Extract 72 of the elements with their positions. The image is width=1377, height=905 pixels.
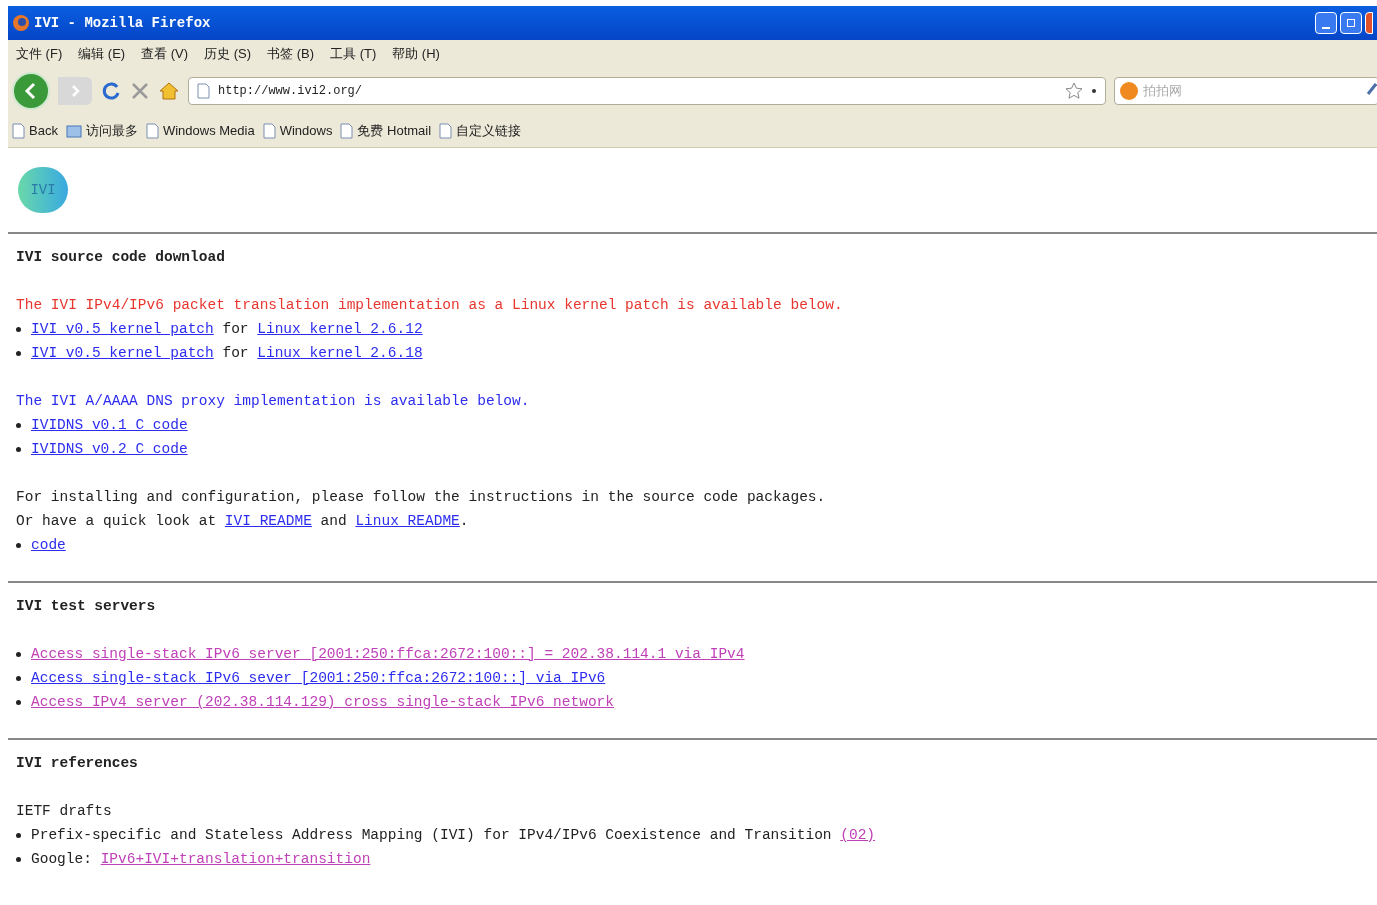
visited-link[interactable]: Access single-stack IPv6 server [2001:250:ffca:2672:100::] = 202.38.114.1 via IPv4 bbox=[31, 642, 745, 666]
home-icon[interactable] bbox=[158, 80, 180, 102]
address-field[interactable]: http://www.ivi2.org/ bbox=[188, 77, 1106, 105]
section-heading: IVI test servers bbox=[16, 597, 157, 616]
bullet-icon bbox=[16, 675, 21, 681]
link[interactable]: IVI v0.5 kernel patch bbox=[31, 317, 214, 341]
menu-item[interactable]: 编辑 (E) bbox=[78, 44, 126, 64]
link[interactable]: Linux kernel 2.6.12 bbox=[257, 317, 423, 341]
visited-link[interactable]: Access IPv4 server (202.38.114.129) cross single-stack IPv6 network bbox=[31, 690, 614, 714]
text: Prefix-specific and Stateless Address Mapping (IVI) for IPv4/IPv6 Coexistence and Transition bbox=[31, 826, 833, 845]
text: IETF drafts bbox=[16, 802, 112, 821]
window-title: IVI - Mozilla Firefox bbox=[34, 13, 211, 33]
menu-item[interactable]: 工具 (T) bbox=[330, 44, 377, 64]
bullet-icon bbox=[16, 326, 21, 332]
text: for bbox=[221, 320, 250, 339]
dropdown-icon[interactable] bbox=[1091, 88, 1097, 94]
menu-item[interactable]: 历史 (S) bbox=[204, 44, 252, 64]
menu-item[interactable]: 查看 (V) bbox=[141, 44, 189, 64]
page-icon bbox=[145, 122, 159, 139]
link[interactable]: Linux kernel 2.6.18 bbox=[257, 341, 423, 365]
bullet-icon bbox=[16, 542, 21, 548]
bullet-icon bbox=[16, 856, 21, 862]
bullet-icon bbox=[16, 699, 21, 705]
link[interactable]: IVI README bbox=[224, 509, 312, 533]
menu-item[interactable]: 文件 (F) bbox=[16, 44, 63, 64]
close-icon[interactable] bbox=[130, 81, 150, 101]
text: Or have a quick look at bbox=[16, 512, 218, 531]
star-icon[interactable] bbox=[1065, 82, 1083, 100]
text: for bbox=[221, 344, 250, 363]
link[interactable]: IVIDNS v0.2 C code bbox=[31, 437, 188, 461]
bookmark-link[interactable]: Windows bbox=[279, 120, 333, 141]
text: For installing and configuration, please follow the instructions in the source code packages. bbox=[16, 488, 826, 507]
ivi-logo: IVI bbox=[18, 167, 68, 213]
text: . bbox=[459, 512, 469, 531]
text: The IVI IPv4/IPv6 packet translation implementation as a Linux kernel patch is available below. bbox=[16, 296, 843, 315]
link[interactable]: IVI v0.5 kernel patch bbox=[31, 341, 214, 365]
page-icon bbox=[439, 122, 453, 139]
back-button[interactable] bbox=[12, 72, 50, 110]
bookmark-link[interactable]: Back bbox=[29, 120, 58, 141]
folder-icon bbox=[65, 123, 82, 138]
bullet-icon bbox=[16, 350, 21, 356]
restore-button[interactable] bbox=[1340, 12, 1362, 34]
bookmark-link[interactable]: Windows Media bbox=[162, 120, 255, 141]
visited-link[interactable]: (02) bbox=[840, 823, 876, 847]
page-icon bbox=[197, 83, 210, 99]
page-icon bbox=[262, 122, 276, 139]
visited-link[interactable]: IPv6+IVI+translation+transition bbox=[100, 847, 371, 871]
menu-item[interactable]: 帮助 (H) bbox=[392, 44, 440, 64]
search-engine-icon[interactable] bbox=[1119, 81, 1139, 101]
page-icon bbox=[340, 122, 354, 139]
bullet-icon bbox=[16, 422, 21, 428]
text: Google: bbox=[31, 850, 93, 869]
section-heading: IVI source code download bbox=[16, 248, 226, 267]
bookmark-link[interactable]: 访问最多 bbox=[85, 120, 138, 141]
link[interactable]: IVIDNS v0.1 C code bbox=[31, 413, 188, 437]
menu-item[interactable]: 书签 (B) bbox=[267, 44, 315, 64]
bookmark-link[interactable]: 自定义链接 bbox=[456, 120, 522, 141]
bookmark-link[interactable]: 免费 Hotmail bbox=[357, 120, 432, 141]
bullet-icon bbox=[16, 651, 21, 657]
page-icon bbox=[12, 122, 25, 139]
bullet-icon bbox=[16, 832, 21, 838]
section-heading: IVI references bbox=[16, 754, 139, 773]
bullet-icon bbox=[16, 446, 21, 452]
minimize-button[interactable] bbox=[1315, 12, 1337, 34]
link[interactable]: Linux README bbox=[355, 509, 460, 533]
firefox-logo-icon bbox=[12, 14, 30, 32]
text: The IVI A/AAAA DNS proxy implementation is available below. bbox=[16, 392, 530, 411]
text: and bbox=[319, 512, 348, 531]
link[interactable]: Access single-stack IPv6 sever [2001:250:ffca:2672:100::] via IPv6 bbox=[31, 666, 606, 690]
close-button[interactable] bbox=[1365, 12, 1373, 34]
link[interactable]: code bbox=[31, 533, 66, 557]
reload-icon[interactable] bbox=[100, 80, 122, 102]
